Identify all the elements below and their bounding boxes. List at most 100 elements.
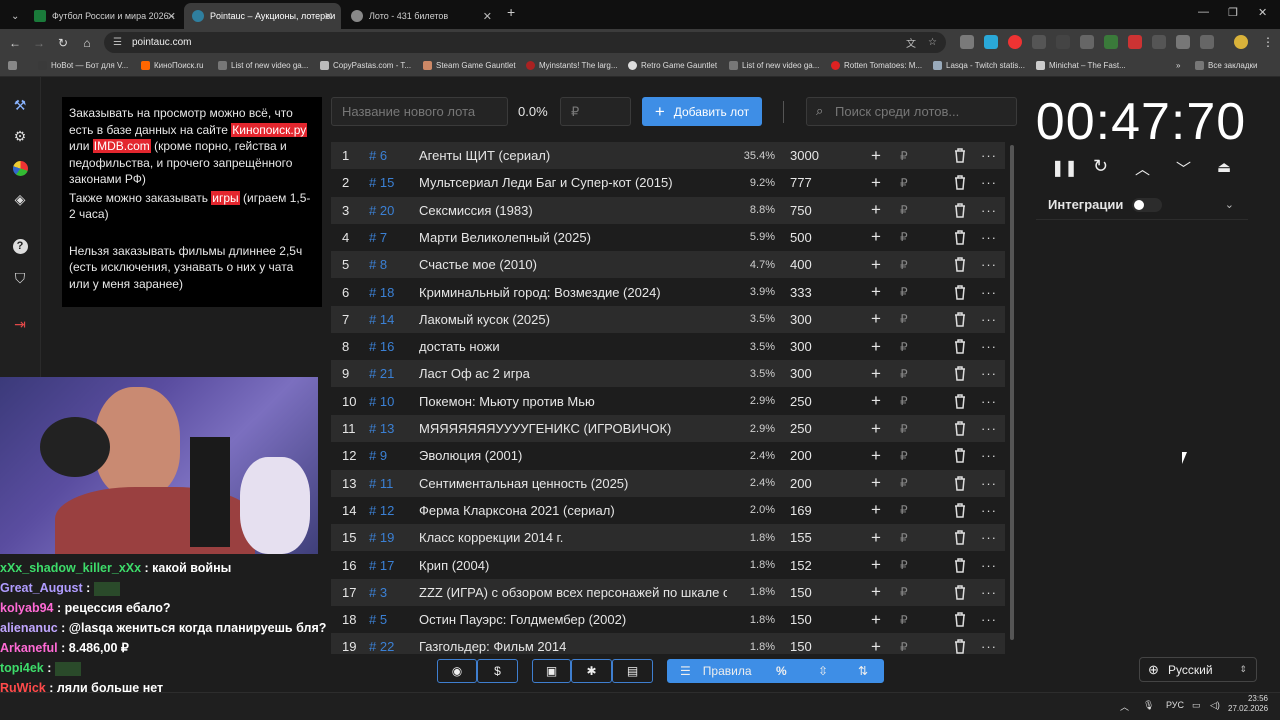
- trash-icon[interactable]: [953, 503, 967, 518]
- add-amount-icon[interactable]: +: [871, 200, 881, 220]
- network-icon[interactable]: ▭: [1192, 700, 1201, 711]
- integrations-toggle[interactable]: [1132, 197, 1162, 212]
- add-amount-icon[interactable]: +: [871, 528, 881, 548]
- search-input[interactable]: ⌕ Поиск среди лотов...: [806, 97, 1017, 126]
- chevron-down-icon[interactable]: ﹀: [1176, 158, 1191, 179]
- lot-amount-input[interactable]: ₽: [900, 640, 908, 654]
- lot-id-link[interactable]: # 20: [369, 203, 394, 218]
- more-icon[interactable]: ···: [981, 448, 997, 463]
- trash-icon[interactable]: [953, 530, 967, 545]
- add-amount-icon[interactable]: +: [871, 146, 881, 166]
- lot-id-link[interactable]: # 7: [369, 230, 387, 245]
- profile-avatar[interactable]: [1234, 35, 1248, 49]
- lot-amount[interactable]: 500: [790, 230, 812, 245]
- more-icon[interactable]: ···: [981, 230, 997, 245]
- lot-amount-input[interactable]: ₽: [900, 258, 908, 272]
- list-icon[interactable]: ☰: [680, 664, 691, 678]
- reload-icon[interactable]: ↻: [51, 36, 75, 50]
- close-icon[interactable]: ✕: [483, 10, 492, 23]
- forward-icon[interactable]: →: [27, 36, 51, 50]
- lot-amount-input[interactable]: ₽: [900, 476, 908, 490]
- lot-id-link[interactable]: # 3: [369, 585, 387, 600]
- lot-amount[interactable]: 200: [790, 476, 812, 491]
- more-icon[interactable]: ···: [981, 257, 997, 272]
- lot-amount[interactable]: 150: [790, 612, 812, 627]
- gear-icon[interactable]: ⚙: [11, 127, 29, 145]
- lot-amount-input[interactable]: ₽: [900, 176, 908, 190]
- volume-icon[interactable]: ◁): [1210, 700, 1220, 711]
- lot-amount[interactable]: 150: [790, 639, 812, 654]
- apps-grid-icon[interactable]: [8, 61, 21, 70]
- chevron-up-icon[interactable]: ︿: [1135, 158, 1150, 179]
- rules-button[interactable]: Правила: [703, 664, 752, 678]
- lot-amount[interactable]: 300: [790, 339, 812, 354]
- bookmark-item[interactable]: HoBot — Бот для V...: [38, 61, 128, 70]
- lot-amount-input[interactable]: ₽: [900, 503, 908, 517]
- shield-icon[interactable]: ⛉: [11, 269, 29, 287]
- lot-name[interactable]: Остин Пауэрс: Голдмембер (2002): [419, 612, 727, 627]
- lot-id-link[interactable]: # 18: [369, 285, 394, 300]
- new-tab-icon[interactable]: +: [507, 4, 515, 20]
- trash-icon[interactable]: [953, 612, 967, 627]
- tab-pointauc[interactable]: Pointauc – Аукционы, лотереи ✕: [184, 3, 341, 29]
- lot-id-link[interactable]: # 6: [369, 148, 387, 163]
- add-amount-icon[interactable]: +: [871, 227, 881, 247]
- lot-amount[interactable]: 400: [790, 257, 812, 272]
- lot-amount[interactable]: 777: [790, 175, 812, 190]
- home-icon[interactable]: ⌂: [75, 36, 99, 50]
- extension-icon[interactable]: [1128, 35, 1142, 49]
- more-icon[interactable]: ···: [981, 421, 997, 436]
- keyboard-language[interactable]: РУС: [1166, 700, 1184, 710]
- lot-amount[interactable]: 150: [790, 585, 812, 600]
- lot-name[interactable]: МЯЯЯЯЯЯЯУУУУГЕНИКС (ИГРОВИЧОК): [419, 421, 727, 436]
- add-amount-icon[interactable]: +: [871, 364, 881, 384]
- translate-icon[interactable]: 文: [906, 35, 916, 50]
- all-bookmarks[interactable]: Все закладки: [1195, 61, 1257, 70]
- trash-icon[interactable]: [953, 557, 967, 573]
- bookmark-item[interactable]: Myinstants! The larg...: [526, 61, 618, 70]
- more-icon[interactable]: ···: [981, 558, 997, 573]
- lot-amount-input[interactable]: ₽: [900, 340, 908, 354]
- add-amount-icon[interactable]: +: [871, 555, 881, 575]
- lot-amount[interactable]: 152: [790, 558, 812, 573]
- extension-icon[interactable]: [1104, 35, 1118, 49]
- tab-search-button[interactable]: ⌄: [3, 3, 23, 29]
- add-amount-icon[interactable]: +: [871, 500, 881, 520]
- new-lot-amount-input[interactable]: ₽: [560, 97, 631, 126]
- lot-amount-input[interactable]: ₽: [900, 585, 908, 599]
- github-icon[interactable]: ◉: [437, 659, 477, 683]
- pause-icon[interactable]: ❚❚: [1051, 158, 1078, 178]
- add-amount-icon[interactable]: +: [871, 637, 881, 654]
- trash-icon[interactable]: [953, 284, 967, 300]
- lot-amount-input[interactable]: ₽: [900, 449, 908, 463]
- donate-icon[interactable]: $: [477, 659, 518, 683]
- more-icon[interactable]: ···: [981, 585, 997, 600]
- lot-id-link[interactable]: # 17: [369, 558, 394, 573]
- lot-amount[interactable]: 169: [790, 503, 812, 518]
- lot-amount-input[interactable]: ₽: [900, 367, 908, 381]
- tray-chevron-icon[interactable]: ︿: [1120, 700, 1129, 713]
- lot-amount[interactable]: 200: [790, 448, 812, 463]
- more-icon[interactable]: ···: [981, 203, 997, 218]
- lot-name[interactable]: Сексмиссия (1983): [419, 203, 727, 218]
- add-amount-icon[interactable]: +: [871, 610, 881, 630]
- lot-amount[interactable]: 300: [790, 312, 812, 327]
- trash-icon[interactable]: [953, 312, 967, 327]
- window-close-icon[interactable]: ✕: [1258, 6, 1267, 19]
- lot-name[interactable]: Ферма Кларксона 2021 (сериал): [419, 503, 727, 518]
- trash-icon[interactable]: [953, 448, 967, 464]
- lot-id-link[interactable]: # 19: [369, 530, 394, 545]
- lot-id-link[interactable]: # 13: [369, 421, 394, 436]
- extension-icon[interactable]: [1056, 35, 1070, 49]
- bookmark-item[interactable]: Steam Game Gauntlet: [423, 61, 516, 70]
- lot-amount-input[interactable]: ₽: [900, 613, 908, 627]
- imdb-link[interactable]: IMDB.com: [92, 139, 151, 153]
- trash-icon[interactable]: [953, 585, 967, 600]
- trash-icon[interactable]: [953, 366, 967, 382]
- lot-amount-input[interactable]: ₽: [900, 203, 908, 217]
- bookmark-item[interactable]: List of new video ga...: [218, 61, 308, 70]
- table-scrollbar[interactable]: [1010, 145, 1014, 640]
- lot-name[interactable]: Счастье мое (2010): [419, 257, 727, 272]
- kebab-menu-icon[interactable]: ⋮: [1262, 35, 1274, 49]
- star-icon[interactable]: ☆: [928, 37, 937, 48]
